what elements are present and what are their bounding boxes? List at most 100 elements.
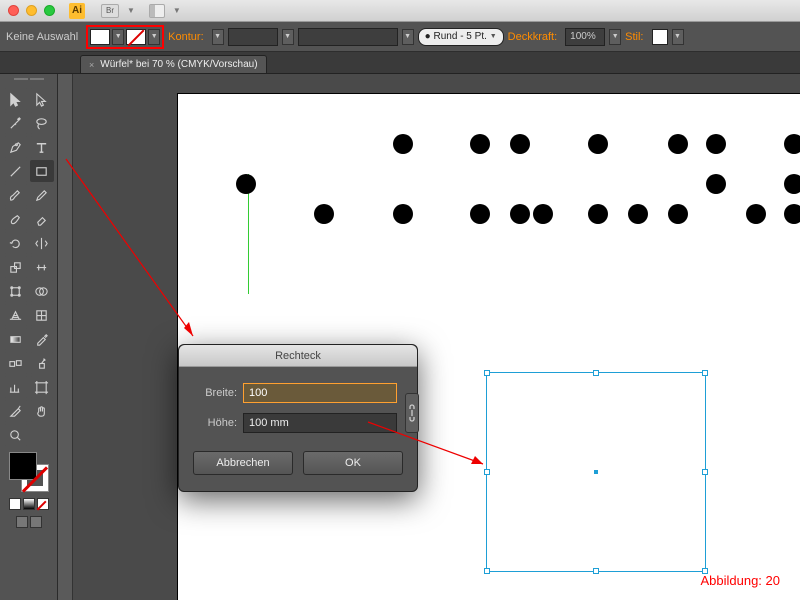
perspective-grid-tool[interactable]	[4, 304, 28, 326]
shape-builder-tool[interactable]	[30, 280, 54, 302]
selection-tool[interactable]	[4, 88, 28, 110]
screen-mode-normal[interactable]	[16, 516, 28, 528]
panel-grip-icon[interactable]	[9, 78, 49, 84]
brush-dropdown[interactable]: ▼	[402, 29, 414, 45]
brush-definition[interactable]	[298, 28, 398, 46]
dice-dot	[784, 174, 800, 194]
style-dropdown[interactable]: ▼	[672, 29, 684, 45]
window-titlebar: Ai Br ▼ ▼	[0, 0, 800, 22]
dice-dot	[784, 134, 800, 154]
stroke-profile[interactable]	[228, 28, 278, 46]
scale-tool[interactable]	[4, 256, 28, 278]
color-mode-buttons	[9, 498, 49, 510]
dialog-title[interactable]: Rechteck	[179, 345, 417, 367]
color-mode-none[interactable]	[37, 498, 49, 510]
color-mode-solid[interactable]	[9, 498, 21, 510]
eraser-tool[interactable]	[30, 208, 54, 230]
fill-swatch[interactable]	[90, 29, 110, 45]
lasso-tool[interactable]	[30, 112, 54, 134]
vertical-scrollbar[interactable]	[58, 74, 73, 600]
stroke-profile-dropdown[interactable]: ▼	[282, 29, 294, 45]
close-window-icon[interactable]	[8, 5, 19, 16]
close-tab-icon[interactable]: ×	[89, 60, 94, 70]
artboard-tool[interactable]	[30, 376, 54, 398]
chevron-down-icon[interactable]: ▼	[127, 6, 135, 15]
dice-dot	[668, 134, 688, 154]
width-tool[interactable]	[30, 256, 54, 278]
resize-handle-ne[interactable]	[702, 370, 708, 376]
selection-rectangle[interactable]	[486, 372, 706, 572]
resize-handle-e[interactable]	[702, 469, 708, 475]
dice-dot	[314, 204, 334, 224]
slice-tool[interactable]	[4, 400, 28, 422]
resize-handle-nw[interactable]	[484, 370, 490, 376]
ok-button[interactable]: OK	[303, 451, 403, 475]
dice-dot	[470, 134, 490, 154]
tools-panel	[0, 74, 58, 600]
hand-tool[interactable]	[30, 400, 54, 422]
dice-dot	[706, 174, 726, 194]
document-tab[interactable]: × Würfel* bei 70 % (CMYK/Vorschau)	[80, 55, 267, 73]
rectangle-dialog: Rechteck Breite: Höhe:	[178, 344, 418, 492]
rectangle-tool[interactable]	[30, 160, 54, 182]
opacity-input[interactable]: 100%	[565, 28, 605, 46]
minimize-window-icon[interactable]	[26, 5, 37, 16]
width-input[interactable]	[243, 383, 397, 403]
fill-color-icon[interactable]	[9, 452, 37, 480]
resize-handle-w[interactable]	[484, 469, 490, 475]
blend-tool[interactable]	[4, 352, 28, 374]
dice-dot	[510, 134, 530, 154]
style-label: Stil:	[625, 31, 643, 43]
height-input[interactable]	[243, 413, 397, 433]
width-label: Breite:	[193, 387, 237, 399]
workspace-layout-button[interactable]	[149, 4, 165, 18]
color-mode-gradient[interactable]	[23, 498, 35, 510]
line-tool[interactable]	[4, 160, 28, 182]
stroke-swatch-none[interactable]	[126, 29, 146, 45]
screen-mode-buttons	[16, 516, 42, 528]
constrain-proportions-button[interactable]	[405, 393, 419, 433]
dice-dot	[668, 204, 688, 224]
mesh-tool[interactable]	[30, 304, 54, 326]
stroke-label: Kontur:	[168, 31, 203, 43]
stroke-dropdown[interactable]: ▼	[148, 29, 160, 45]
eyedropper-tool[interactable]	[30, 328, 54, 350]
brush-preset[interactable]: ●Rund - 5 Pt.▼	[418, 28, 504, 46]
zoom-window-icon[interactable]	[44, 5, 55, 16]
paintbrush-tool[interactable]	[4, 184, 28, 206]
symbol-sprayer-tool[interactable]	[30, 352, 54, 374]
reflect-tool[interactable]	[30, 232, 54, 254]
opacity-label: Deckkraft:	[508, 31, 558, 43]
free-transform-tool[interactable]	[4, 280, 28, 302]
fill-stroke-indicator[interactable]	[9, 452, 49, 492]
column-graph-tool[interactable]	[4, 376, 28, 398]
magic-wand-tool[interactable]	[4, 112, 28, 134]
resize-handle-n[interactable]	[593, 370, 599, 376]
canvas-area[interactable]: Rechteck Breite: Höhe:	[58, 74, 800, 600]
dice-dot	[470, 204, 490, 224]
pen-tool[interactable]	[4, 136, 28, 158]
dice-dot	[510, 204, 530, 224]
rotate-tool[interactable]	[4, 232, 28, 254]
cancel-button[interactable]: Abbrechen	[193, 451, 293, 475]
fill-dropdown[interactable]: ▼	[112, 29, 124, 45]
dice-dot	[588, 134, 608, 154]
type-tool[interactable]	[30, 136, 54, 158]
pencil-tool[interactable]	[30, 184, 54, 206]
screen-mode-full[interactable]	[30, 516, 42, 528]
zoom-tool[interactable]	[4, 424, 28, 446]
direct-selection-tool[interactable]	[30, 88, 54, 110]
bridge-button[interactable]: Br	[101, 4, 119, 18]
dice-dot	[236, 174, 256, 194]
resize-handle-s[interactable]	[593, 568, 599, 574]
dice-dot	[533, 204, 553, 224]
style-swatch[interactable]	[652, 29, 668, 45]
chevron-down-icon[interactable]: ▼	[173, 6, 181, 15]
control-bar: Keine Auswahl ▼ ▼ Kontur: ▼ ▼ ▼ ●Rund - …	[0, 22, 800, 52]
resize-handle-sw[interactable]	[484, 568, 490, 574]
app-icon: Ai	[69, 3, 85, 19]
blob-brush-tool[interactable]	[4, 208, 28, 230]
opacity-dropdown[interactable]: ▼	[609, 29, 621, 45]
gradient-tool[interactable]	[4, 328, 28, 350]
stroke-weight-dropdown[interactable]: ▼	[212, 29, 224, 45]
